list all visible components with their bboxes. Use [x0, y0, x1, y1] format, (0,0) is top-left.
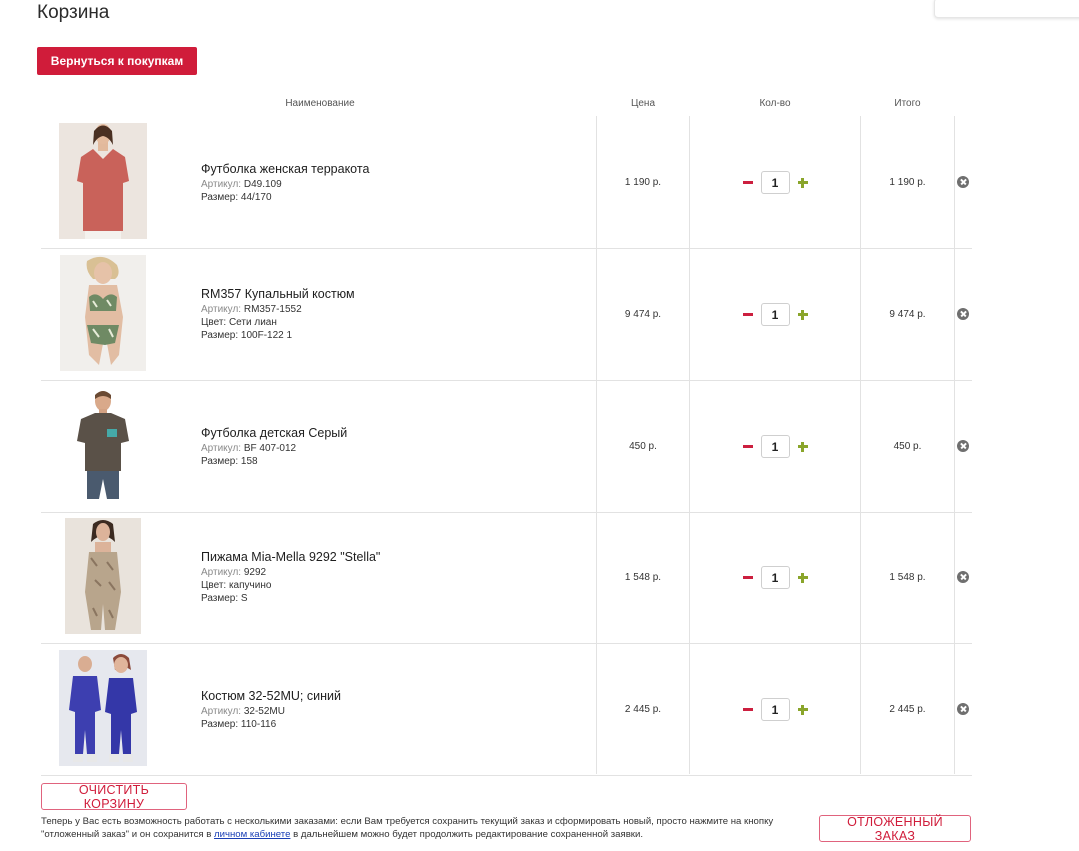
- quantity-input[interactable]: 1: [760, 303, 790, 326]
- quantity-input[interactable]: 1: [760, 435, 790, 458]
- product-color: Цвет: капучино: [201, 580, 272, 591]
- back-to-shopping-button[interactable]: Вернуться к покупкам: [37, 47, 197, 75]
- product-image[interactable]: [59, 255, 147, 371]
- item-total: 2 445 р.: [889, 704, 926, 715]
- item-price: 1 548 р.: [624, 572, 662, 583]
- decrease-qty-button[interactable]: [742, 708, 753, 711]
- item-price: 450 р.: [629, 441, 657, 452]
- item-total: 450 р.: [893, 441, 922, 452]
- product-name[interactable]: Костюм 32-52MU; синий: [201, 689, 581, 703]
- cart-row: Пижама Mia-Mella 9292 "Stella" Артикул: …: [41, 512, 972, 644]
- quantity-input[interactable]: 1: [760, 171, 790, 194]
- product-image[interactable]: [59, 387, 147, 503]
- increase-qty-button[interactable]: [797, 309, 808, 320]
- clear-cart-button[interactable]: ОЧИСТИТЬ КОРЗИНУ: [41, 783, 187, 811]
- remove-item-icon[interactable]: [957, 308, 969, 320]
- article-label: Артикул:: [201, 705, 242, 717]
- increase-qty-button[interactable]: [797, 704, 808, 715]
- item-price: 2 445 р.: [624, 704, 662, 715]
- article-label: Артикул:: [201, 567, 242, 578]
- article-label: Артикул:: [201, 442, 242, 454]
- product-image[interactable]: [59, 123, 147, 239]
- item-price: 9 474 р.: [624, 309, 662, 320]
- decrease-qty-button[interactable]: [742, 576, 753, 579]
- increase-qty-button[interactable]: [797, 441, 808, 452]
- quantity-input[interactable]: 1: [760, 698, 790, 721]
- decrease-qty-button[interactable]: [742, 313, 753, 316]
- product-name[interactable]: Футболка женская терракота: [201, 162, 581, 176]
- article-label: Артикул:: [201, 304, 242, 315]
- note-text: в дальнейшем можно будет продолжить реда…: [290, 829, 644, 840]
- column-header-qty: Кол-во: [759, 98, 791, 109]
- remove-item-icon[interactable]: [957, 571, 969, 583]
- article-value: 32-52MU: [243, 705, 285, 717]
- remove-item-icon[interactable]: [957, 703, 969, 715]
- article-value: D49.109: [243, 178, 282, 190]
- increase-qty-button[interactable]: [797, 177, 808, 188]
- article-value: 9292: [243, 567, 267, 578]
- product-name[interactable]: Пижама Mia-Mella 9292 "Stella": [201, 550, 581, 564]
- column-header-total: Итого: [894, 98, 921, 109]
- decrease-qty-button[interactable]: [742, 445, 753, 448]
- product-color: Цвет: Сети лиан: [201, 317, 277, 328]
- item-total: 1 190 р.: [889, 177, 926, 188]
- column-header-name: Наименование: [285, 98, 355, 109]
- item-total: 9 474 р.: [889, 309, 926, 320]
- article-label: Артикул:: [201, 178, 242, 190]
- personal-account-link[interactable]: личном кабинете: [214, 829, 290, 840]
- product-size: Размер: 110-116: [201, 718, 277, 730]
- cart-row: Футболка детская Серый Артикул: BF 407-0…: [41, 381, 972, 513]
- decrease-qty-button[interactable]: [742, 181, 753, 184]
- product-image[interactable]: [59, 518, 147, 634]
- product-name[interactable]: RM357 Купальный костюм: [201, 287, 581, 301]
- item-price: 1 190 р.: [624, 177, 662, 188]
- article-value: BF 407-012: [243, 442, 297, 454]
- item-total: 1 548 р.: [889, 572, 926, 583]
- product-image[interactable]: [59, 650, 147, 766]
- saved-order-button[interactable]: ОТЛОЖЕННЫЙ ЗАКАЗ: [819, 815, 971, 843]
- quantity-input[interactable]: 1: [760, 566, 790, 589]
- increase-qty-button[interactable]: [797, 572, 808, 583]
- cart-row: Костюм 32-52MU; синий Артикул: 32-52MU Р…: [41, 644, 972, 776]
- remove-item-icon[interactable]: [957, 440, 969, 452]
- top-panel-fragment: [934, 0, 1079, 18]
- product-name[interactable]: Футболка детская Серый: [201, 426, 581, 440]
- cart-row: Футболка женская терракота Артикул: D49.…: [41, 117, 972, 249]
- product-size: Размер: S: [201, 593, 248, 604]
- product-size: Размер: 44/170: [201, 191, 272, 203]
- product-size: Размер: 158: [201, 455, 258, 467]
- article-value: RM357-1552: [243, 304, 302, 315]
- cart-row: RM357 Купальный костюм Артикул: RM357-15…: [41, 249, 972, 381]
- remove-item-icon[interactable]: [957, 176, 969, 188]
- page-title: Корзина: [37, 2, 110, 23]
- saved-order-note: Теперь у Вас есть возможность работать с…: [41, 815, 811, 841]
- column-header-price: Цена: [630, 98, 656, 109]
- product-size: Размер: 100F-122 1: [201, 330, 293, 341]
